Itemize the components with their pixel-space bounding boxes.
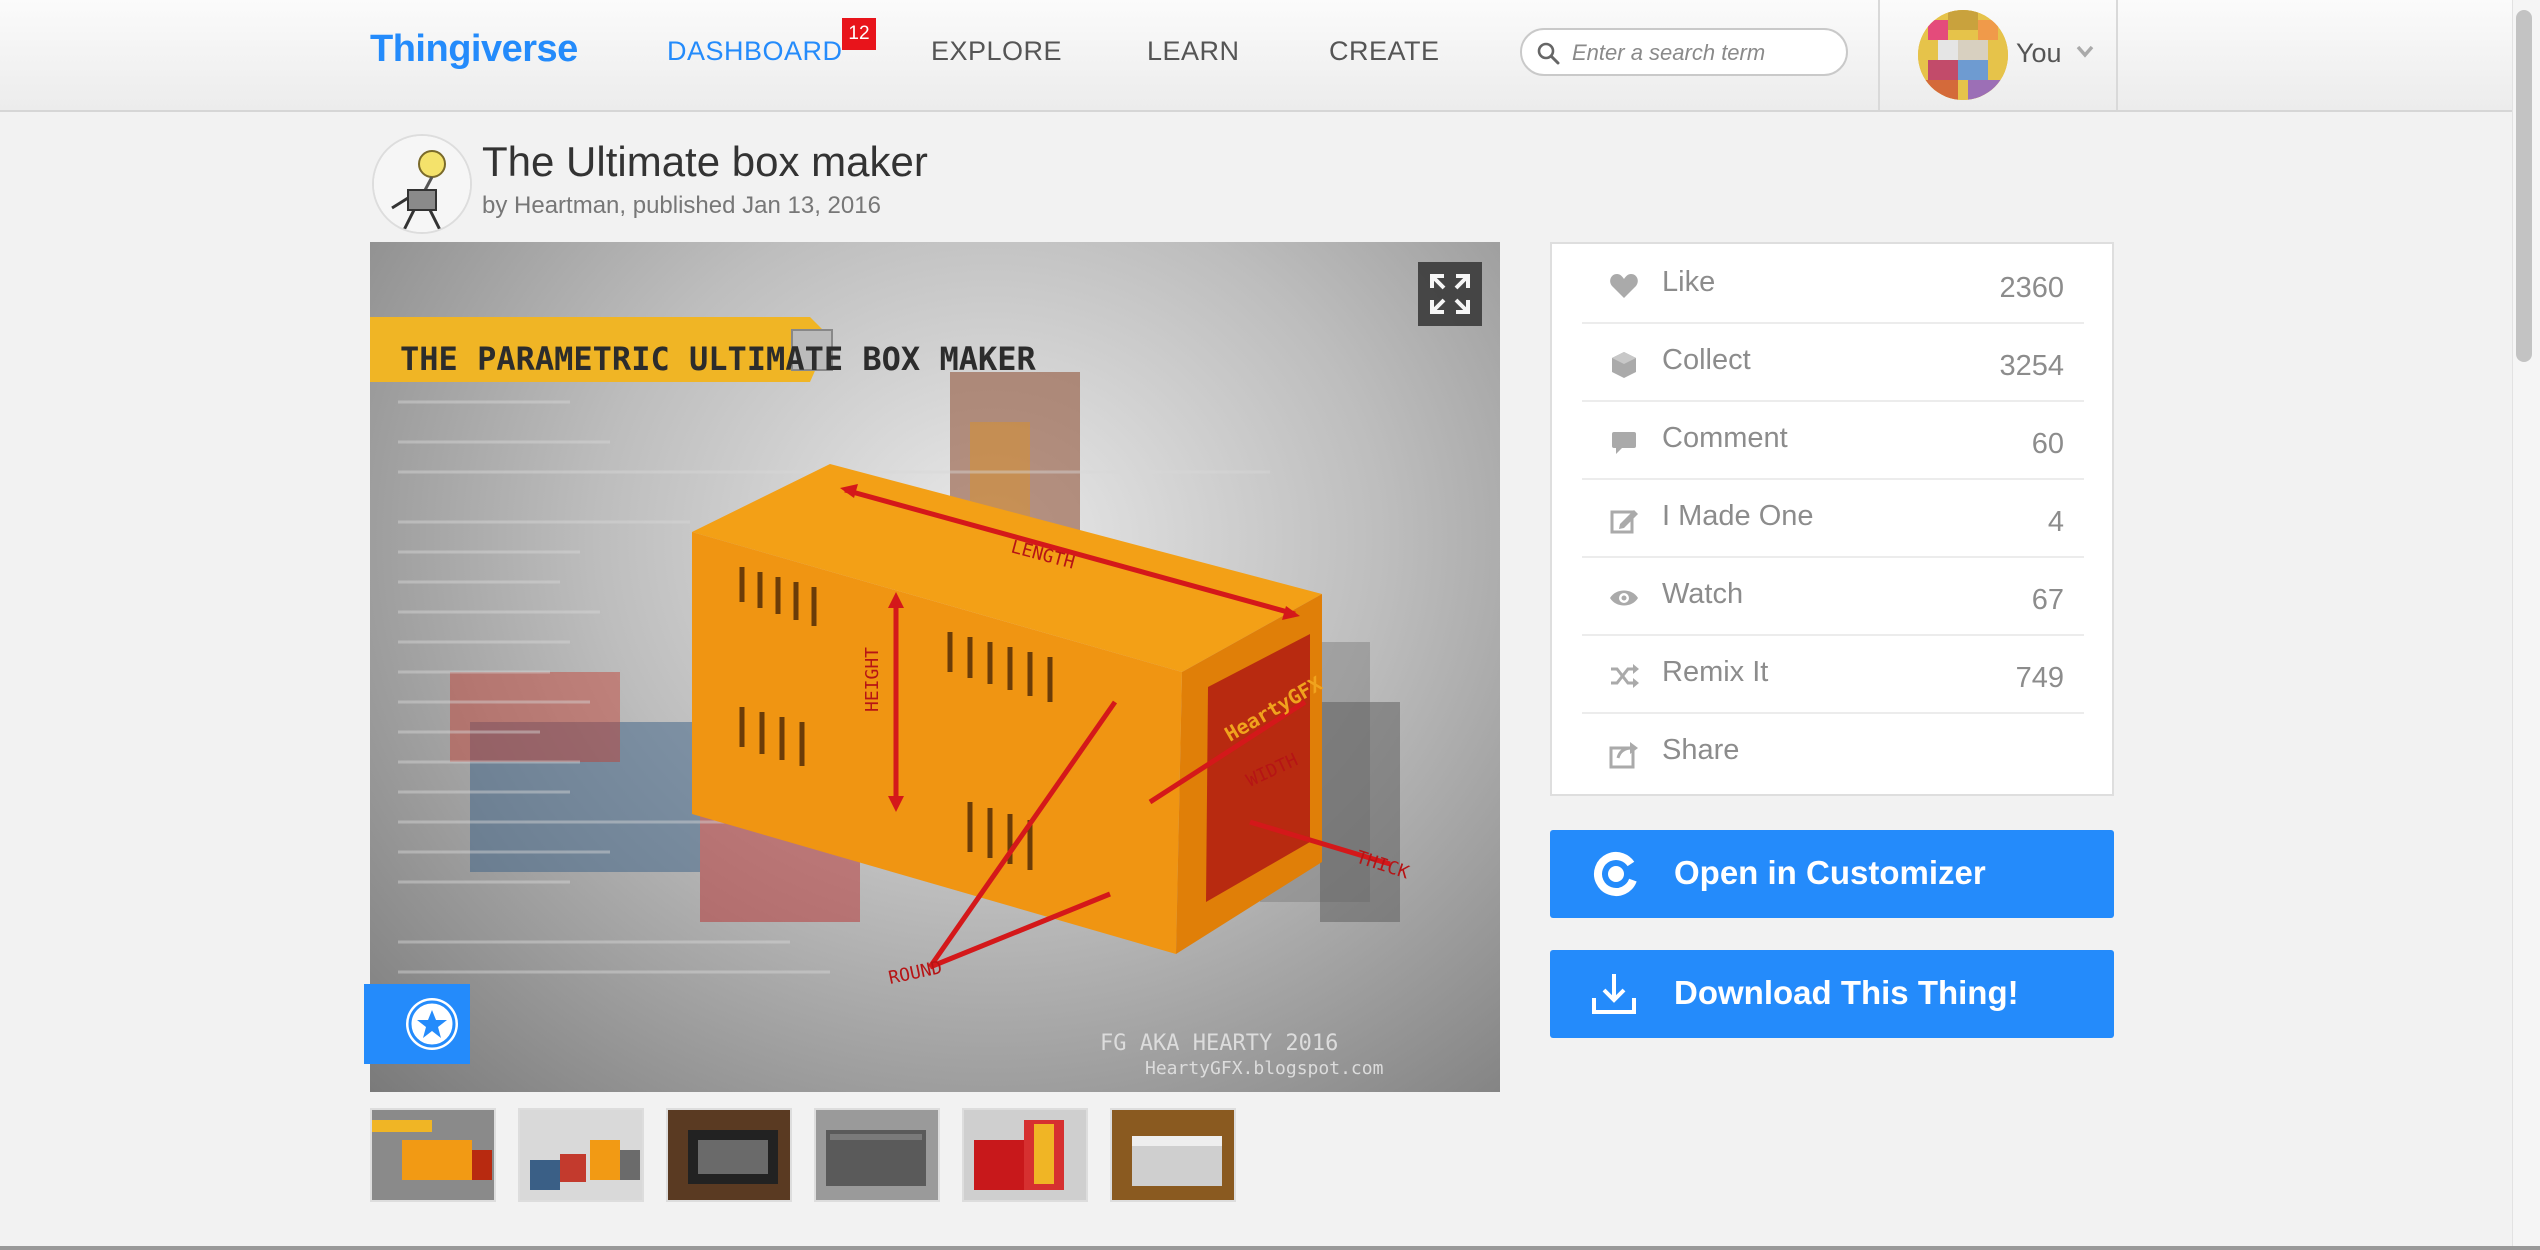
nav-dashboard[interactable]: DASHBOARD — [667, 36, 843, 67]
fullscreen-icon[interactable] — [1418, 262, 1482, 326]
watermark-line2: HeartyGFX.blogspot.com — [1145, 1058, 1383, 1079]
thumbnail-4[interactable] — [814, 1108, 940, 1202]
like-action[interactable]: Like 2360 — [1582, 244, 2084, 324]
watch-action[interactable]: Watch 67 — [1582, 556, 2084, 636]
nav-create[interactable]: CREATE — [1329, 36, 1440, 67]
share-icon — [1608, 738, 1640, 770]
comment-count: 60 — [2031, 428, 2064, 460]
main-preview-image[interactable]: THE PARAMETRIC ULTIMATE BOX MAKER LENGTH… — [370, 242, 1500, 1092]
collect-label: Collect — [1662, 344, 1751, 376]
customizer-icon — [1590, 850, 1642, 903]
comment-label: Comment — [1662, 422, 1788, 454]
thumbnail-5[interactable] — [962, 1108, 1088, 1202]
thumbnail-2[interactable] — [518, 1108, 644, 1202]
collect-count: 3254 — [1999, 350, 2064, 382]
share-action[interactable]: Share — [1582, 712, 2084, 790]
nav-explore[interactable]: EXPLORE — [931, 36, 1062, 67]
like-label: Like — [1662, 266, 1716, 298]
customizer-label: Open in Customizer — [1674, 854, 1986, 891]
i-made-one-count: 4 — [2047, 506, 2064, 538]
height-label: HEIGHT — [862, 647, 883, 712]
share-label: Share — [1662, 734, 1740, 766]
watermark-line1: FG AKA HEARTY 2016 — [1100, 1031, 1338, 1056]
byline[interactable]: by Heartman, published Jan 13, 2016 — [482, 192, 881, 220]
edit-pencil-icon — [1608, 504, 1640, 536]
remix-action[interactable]: Remix It 749 — [1582, 634, 2084, 714]
comment-icon — [1608, 426, 1640, 458]
thingiverse-logo[interactable]: Thingiverse — [370, 28, 578, 71]
chevron-down-icon[interactable] — [2076, 44, 2094, 63]
star-icon[interactable] — [406, 998, 458, 1050]
remix-count: 749 — [2015, 662, 2064, 694]
search-box[interactable] — [1520, 28, 1848, 76]
download-icon — [1590, 970, 1638, 1023]
search-input[interactable] — [1570, 36, 1834, 70]
page-title: The Ultimate box maker — [482, 138, 928, 185]
top-navigation-bar: Thingiverse DASHBOARD 12 EXPLORE LEARN C… — [0, 0, 2512, 112]
shuffle-icon — [1608, 660, 1640, 692]
favorite-button[interactable] — [364, 984, 470, 1064]
remix-label: Remix It — [1662, 656, 1769, 688]
image-caption: THE PARAMETRIC ULTIMATE BOX MAKER — [400, 340, 1037, 378]
thing-actions-panel: Like 2360 Collect 3254 Comment 60 I Made… — [1550, 242, 2114, 796]
user-name[interactable]: You — [2016, 38, 2062, 69]
divider — [0, 1246, 2540, 1250]
round-label: ROUND — [887, 957, 944, 989]
scrollbar-thumb[interactable] — [2516, 10, 2532, 362]
download-label: Download This Thing! — [1674, 974, 2019, 1011]
i-made-one-label: I Made One — [1662, 500, 1814, 532]
eye-icon — [1608, 582, 1640, 614]
thumbnail-3[interactable] — [666, 1108, 792, 1202]
open-in-customizer-button[interactable]: Open in Customizer — [1550, 830, 2114, 918]
creator-avatar[interactable] — [372, 134, 472, 234]
notification-badge[interactable]: 12 — [842, 18, 876, 50]
watch-label: Watch — [1662, 578, 1744, 610]
download-button[interactable]: Download This Thing! — [1550, 950, 2114, 1038]
user-menu[interactable]: You — [1878, 0, 2118, 110]
heart-icon — [1608, 270, 1640, 302]
collect-box-icon — [1608, 348, 1640, 380]
search-icon[interactable] — [1536, 41, 1560, 70]
nav-learn[interactable]: LEARN — [1147, 36, 1240, 67]
like-count: 2360 — [1999, 272, 2064, 304]
comment-action[interactable]: Comment 60 — [1582, 400, 2084, 480]
watch-count: 67 — [2031, 584, 2064, 616]
thumbnail-1[interactable] — [370, 1108, 496, 1202]
i-made-one-action[interactable]: I Made One 4 — [1582, 478, 2084, 558]
thumbnail-6[interactable] — [1110, 1108, 1236, 1202]
avatar[interactable] — [1918, 10, 2008, 100]
collect-action[interactable]: Collect 3254 — [1582, 322, 2084, 402]
